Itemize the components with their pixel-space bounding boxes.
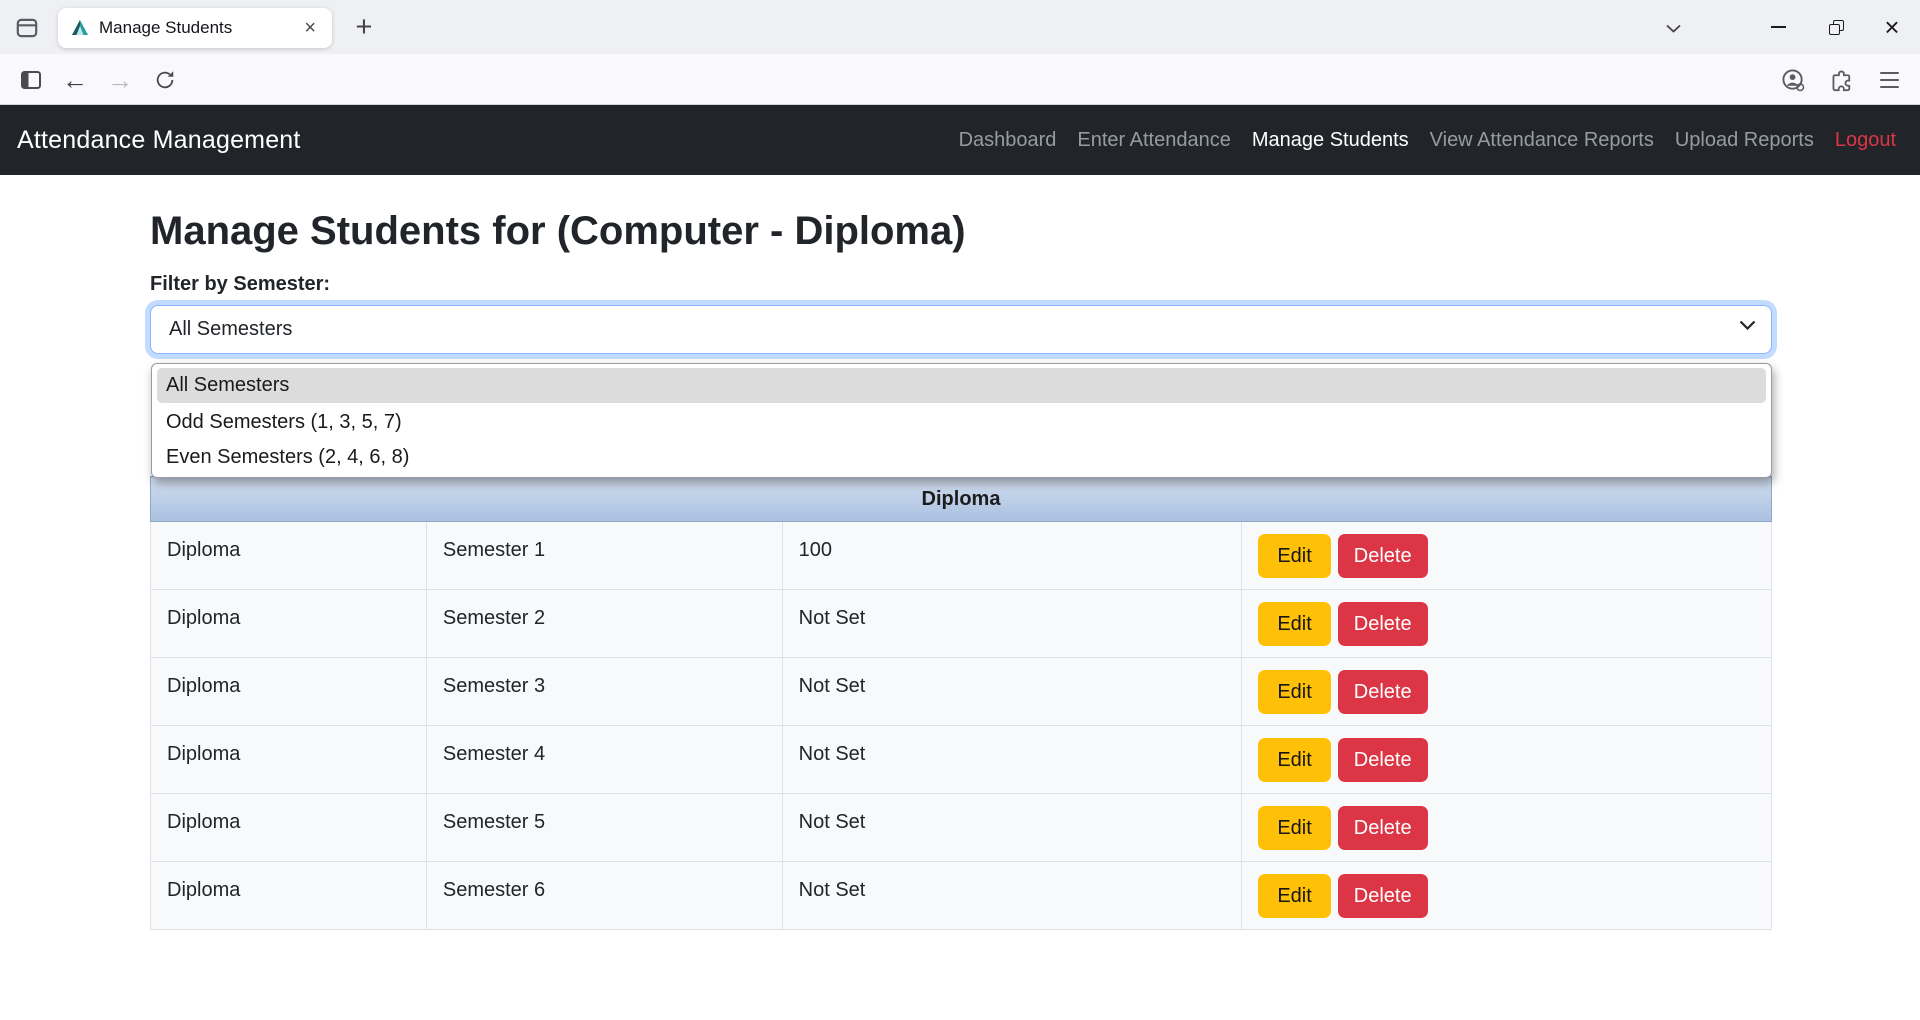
delete-button[interactable]: Delete <box>1338 670 1428 714</box>
cell-semester: Semester 5 <box>426 794 782 862</box>
table-row: Diploma Semester 2 Not Set EditDelete <box>151 590 1772 658</box>
dropdown-option-all[interactable]: All Semesters <box>157 368 1766 403</box>
cell-semester: Semester 4 <box>426 726 782 794</box>
cell-students: 100 <box>782 522 1242 590</box>
students-table: Diploma Diploma Semester 1 100 EditDelet… <box>150 476 1772 930</box>
cell-semester: Semester 1 <box>426 522 782 590</box>
table-row: Diploma Semester 1 100 EditDelete <box>151 522 1772 590</box>
delete-button[interactable]: Delete <box>1338 602 1428 646</box>
edit-button[interactable]: Edit <box>1258 602 1330 646</box>
forward-button[interactable]: → <box>103 63 137 97</box>
cell-students: Not Set <box>782 590 1242 658</box>
brand-title: Attendance Management <box>17 126 301 155</box>
nav-links: Dashboard Enter Attendance Manage Studen… <box>959 129 1896 152</box>
cell-semester: Semester 3 <box>426 658 782 726</box>
chevron-down-icon <box>1739 320 1756 330</box>
cell-actions: EditDelete <box>1242 658 1772 726</box>
edit-button[interactable]: Edit <box>1258 738 1330 782</box>
tab-title: Manage Students <box>99 18 298 38</box>
edit-button[interactable]: Edit <box>1258 874 1330 918</box>
delete-button[interactable]: Delete <box>1338 534 1428 578</box>
site-navbar: Attendance Management Dashboard Enter At… <box>0 105 1920 175</box>
window-minimize-button[interactable] <box>1752 0 1804 54</box>
table-group-header: Diploma <box>151 477 1772 522</box>
cell-students: Not Set <box>782 658 1242 726</box>
browser-toolbar: ← → http://localhost/Fina <box>0 54 1920 105</box>
table-row: Diploma Semester 3 Not Set EditDelete <box>151 658 1772 726</box>
semester-select-value: All Semesters <box>169 318 292 341</box>
nav-link-dashboard[interactable]: Dashboard <box>959 129 1057 152</box>
list-tabs-chevron-icon[interactable] <box>1656 14 1690 42</box>
cell-actions: EditDelete <box>1242 522 1772 590</box>
page-title: Manage Students for (Computer - Diploma) <box>150 175 1772 254</box>
cell-course: Diploma <box>151 658 427 726</box>
firefox-view-icon[interactable] <box>12 13 42 43</box>
table-row: Diploma Semester 6 Not Set EditDelete <box>151 862 1772 930</box>
menu-hamburger-icon[interactable] <box>1872 63 1906 97</box>
edit-button[interactable]: Edit <box>1258 670 1330 714</box>
browser-tab-bar: Manage Students × + × <box>0 0 1920 54</box>
cell-semester: Semester 2 <box>426 590 782 658</box>
cell-actions: EditDelete <box>1242 590 1772 658</box>
page-content: Manage Students for (Computer - Diploma)… <box>0 175 1920 1020</box>
nav-link-view-reports[interactable]: View Attendance Reports <box>1430 129 1654 152</box>
delete-button[interactable]: Delete <box>1338 806 1428 850</box>
back-button[interactable]: ← <box>58 63 92 97</box>
cell-course: Diploma <box>151 590 427 658</box>
cell-students: Not Set <box>782 862 1242 930</box>
account-icon[interactable] <box>1776 63 1810 97</box>
semester-dropdown: All Semesters Odd Semesters (1, 3, 5, 7)… <box>151 363 1772 478</box>
sidebar-toggle-icon[interactable] <box>14 63 48 97</box>
cell-semester: Semester 6 <box>426 862 782 930</box>
nav-link-enter-attendance[interactable]: Enter Attendance <box>1077 129 1230 152</box>
delete-button[interactable]: Delete <box>1338 874 1428 918</box>
cell-course: Diploma <box>151 522 427 590</box>
extensions-puzzle-icon[interactable] <box>1824 63 1858 97</box>
nav-link-manage-students[interactable]: Manage Students <box>1252 129 1409 152</box>
nav-link-logout[interactable]: Logout <box>1835 129 1896 152</box>
window-close-button[interactable]: × <box>1866 0 1918 54</box>
edit-button[interactable]: Edit <box>1258 806 1330 850</box>
favicon-icon <box>70 18 90 38</box>
cell-students: Not Set <box>782 726 1242 794</box>
filter-label: Filter by Semester: <box>150 273 1772 296</box>
cell-course: Diploma <box>151 726 427 794</box>
semester-select[interactable]: All Semesters <box>150 305 1772 354</box>
reload-button[interactable] <box>148 63 182 97</box>
cell-students: Not Set <box>782 794 1242 862</box>
browser-tab[interactable]: Manage Students × <box>58 8 332 48</box>
dropdown-option-odd[interactable]: Odd Semesters (1, 3, 5, 7) <box>152 405 1771 440</box>
cell-actions: EditDelete <box>1242 794 1772 862</box>
nav-link-upload-reports[interactable]: Upload Reports <box>1675 129 1814 152</box>
cell-course: Diploma <box>151 862 427 930</box>
dropdown-option-even[interactable]: Even Semesters (2, 4, 6, 8) <box>152 440 1771 475</box>
cell-actions: EditDelete <box>1242 862 1772 930</box>
edit-button[interactable]: Edit <box>1258 534 1330 578</box>
cell-course: Diploma <box>151 794 427 862</box>
table-row: Diploma Semester 5 Not Set EditDelete <box>151 794 1772 862</box>
window-restore-button[interactable] <box>1810 0 1862 54</box>
table-row: Diploma Semester 4 Not Set EditDelete <box>151 726 1772 794</box>
delete-button[interactable]: Delete <box>1338 738 1428 782</box>
new-tab-button[interactable]: + <box>346 8 382 46</box>
tab-close-icon[interactable]: × <box>298 16 322 40</box>
cell-actions: EditDelete <box>1242 726 1772 794</box>
